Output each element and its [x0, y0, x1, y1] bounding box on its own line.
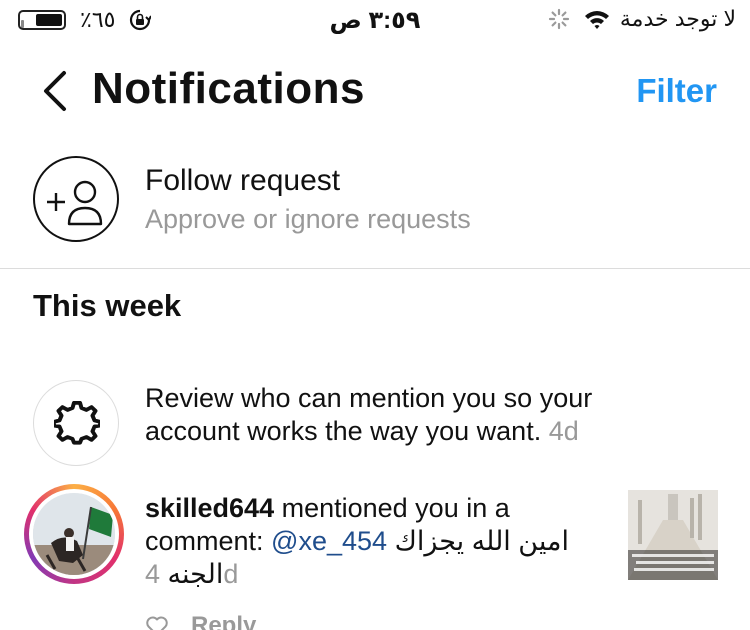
- settings-avatar: [33, 380, 119, 466]
- navigation-bar: Notifications Filter: [0, 50, 750, 132]
- comment-actions: Reply: [145, 612, 256, 630]
- notification-text: Review who can mention you so your accou…: [145, 382, 592, 448]
- add-person-icon: [33, 156, 119, 242]
- notification-mention-settings[interactable]: Review who can mention you so your accou…: [0, 372, 750, 466]
- carrier-label: لا توجد خدمة: [619, 6, 736, 31]
- mention-comment-text-2: الجنه: [167, 559, 224, 589]
- heart-icon[interactable]: [145, 615, 169, 630]
- notification-line1: Review who can mention you so your: [145, 383, 593, 413]
- page-title: Notifications: [92, 64, 365, 113]
- mention-comment-prefix: comment:: [145, 526, 272, 556]
- wifi-icon: [584, 11, 609, 29]
- status-right-group: لا توجد خدمة: [548, 6, 736, 32]
- mention-action: mentioned you in a: [274, 493, 510, 523]
- filter-button[interactable]: Filter: [636, 72, 717, 110]
- post-thumbnail[interactable]: [628, 490, 718, 580]
- follow-request-row[interactable]: Follow request Approve or ignore request…: [0, 150, 750, 250]
- mention-comment-text: امين الله يجزاك: [394, 526, 569, 556]
- follow-request-subtitle: Approve or ignore requests: [145, 204, 471, 234]
- avatar-border: [29, 489, 119, 579]
- notifications-screen: ٪٦٥ ٣:٥٩ ص لا توجد خدمة Notifications Fi…: [0, 0, 750, 630]
- avatar[interactable]: [24, 484, 124, 584]
- status-bar: ٪٦٥ ٣:٥٩ ص لا توجد خدمة: [0, 0, 750, 40]
- activity-spinner-icon: [548, 8, 569, 30]
- avatar-photo: [33, 493, 115, 575]
- mention-text: skilled644 mentioned you in a comment: @…: [145, 492, 569, 591]
- notification-time: 4d: [548, 416, 579, 446]
- follow-request-title: Follow request: [145, 164, 341, 197]
- notification-mention-comment[interactable]: skilled644 mentioned you in a comment: @…: [0, 482, 750, 630]
- section-heading-this-week: This week: [33, 288, 182, 323]
- notification-line2: account works the way you want.: [145, 416, 542, 446]
- mention-username[interactable]: skilled644: [145, 493, 274, 523]
- chevron-left-icon[interactable]: [40, 70, 70, 112]
- reply-button[interactable]: Reply: [191, 612, 256, 630]
- section-divider: [0, 268, 750, 269]
- gear-icon: [54, 401, 100, 445]
- mention-link[interactable]: @xe_454: [271, 526, 387, 556]
